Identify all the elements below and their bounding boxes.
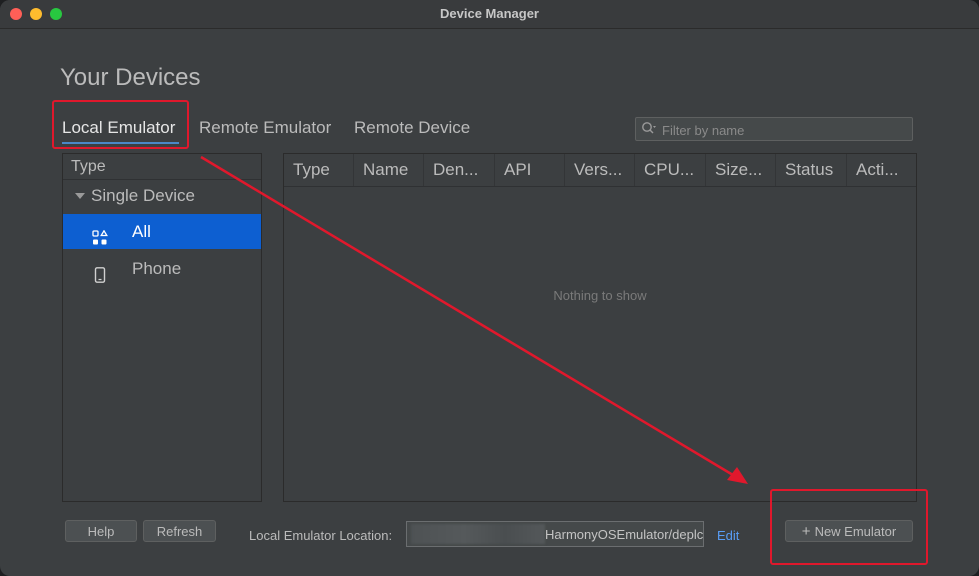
arrowhead-icon [727, 467, 748, 484]
device-manager-window: Device Manager Your Devices Local Emulat… [0, 0, 979, 576]
annotation-arrow [200, 155, 748, 484]
